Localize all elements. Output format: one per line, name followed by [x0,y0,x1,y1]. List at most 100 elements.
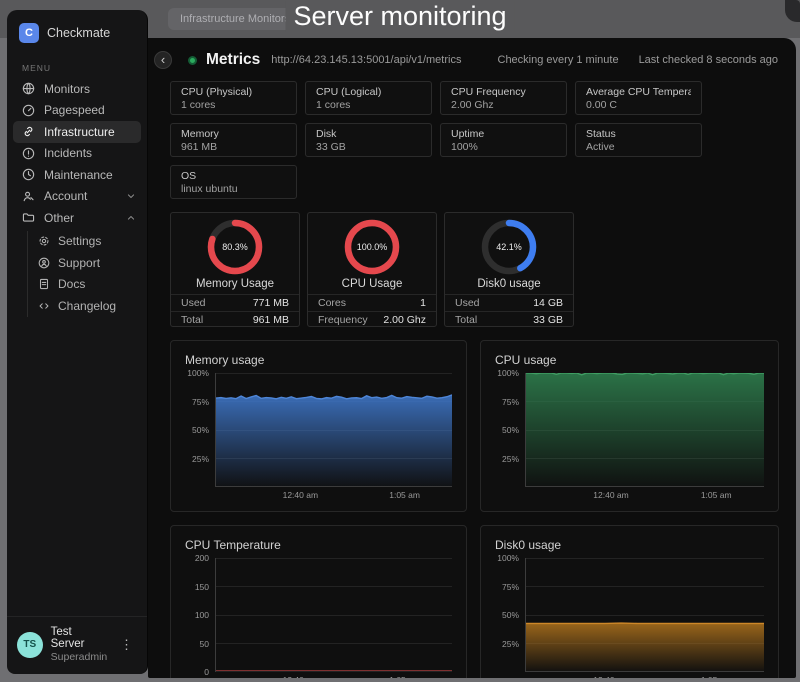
page-title: Metrics [206,51,260,69]
gauge-row: Cores 1 [308,294,436,311]
metrics-header: ‹ Metrics http://64.23.145.13:5001/api/v… [170,48,796,72]
gauge-row: Frequency 2.00 Ghz [308,311,436,327]
gauge-title: Disk0 usage [445,278,573,290]
sidebar-item-label: Monitors [44,82,90,96]
plot-area [525,558,764,672]
chevron-down-icon [125,190,137,202]
sidebar-item-label: Account [44,189,87,203]
last-checked: Last checked 8 seconds ago [639,54,778,66]
gauge-row-key: Used [455,297,480,309]
sidebar-item-account[interactable]: Account [13,186,141,208]
gauge-row-value: 2.00 Ghz [383,314,426,326]
stat-label: CPU (Logical) [316,86,421,99]
y-tick-label: 100 [195,610,209,620]
sidebar-item-monitors[interactable]: Monitors [13,78,141,100]
gauge-row-key: Cores [318,297,346,309]
gauge-row-key: Total [181,314,203,326]
sidebar-item-label: Pagespeed [44,103,105,117]
y-tick-label: 75% [502,582,519,592]
stat-value: 2.00 Ghz [451,99,556,112]
y-tick-label: 75% [502,397,519,407]
y-tick-label: 100% [497,553,519,563]
stat-label: Memory [181,128,286,141]
stat-value: 100% [451,141,556,154]
sidebar-subitem-changelog[interactable]: Changelog [28,295,147,317]
sidebar-item-infrastructure[interactable]: Infrastructure [13,121,141,143]
chart-cards: Memory usage100%75%50%25%12:40 am1:05 am… [170,340,796,678]
stat-card-cpu-logical-: CPU (Logical)1 cores [305,81,432,115]
globe-icon [21,81,36,96]
gauge-card-cpu-usage: 100.0%CPU UsageCores1Frequency2.00 Ghz [307,212,437,327]
sidebar-subitem-support[interactable]: Support [28,252,147,274]
brand-name: Checkmate [47,26,110,40]
plot-area [215,558,452,672]
y-axis: 100%75%50%25% [495,373,525,487]
x-axis: 12:40 am1:05 am [525,487,764,501]
chart-title: Memory usage [185,353,452,367]
main-content: ‹ Metrics http://64.23.145.13:5001/api/v… [148,38,796,678]
gauge-row-key: Frequency [318,314,368,326]
gauge-row: Total 961 MB [171,311,299,327]
stat-label: CPU (Physical) [181,86,286,99]
donut-gauge: 42.1% [481,219,537,275]
stat-card-os: OSlinux ubuntu [170,165,297,199]
gauge-row-value: 771 MB [253,297,289,309]
chart-card-cpu-temperature: CPU Temperature20015010050012:40 am1:05 … [170,525,467,678]
chart-title: CPU Temperature [185,538,452,552]
sidebar-item-label: Other [44,211,74,225]
chart-title: CPU usage [495,353,764,367]
stat-card-uptime: Uptime100% [440,123,567,157]
sidebar-item-label: Incidents [44,146,92,160]
y-tick-label: 100% [187,368,209,378]
stat-value: Active [586,141,691,154]
y-axis: 100%75%50%25% [495,558,525,672]
stat-card-status: StatusActive [575,123,702,157]
stat-card-cpu-physical-: CPU (Physical)1 cores [170,81,297,115]
user-name: Test Server [51,626,108,650]
gauge-percent: 80.3% [207,219,263,275]
sidebar-subitem-docs[interactable]: Docs [28,274,147,296]
stat-value: 0.00 C [586,99,691,112]
status-dot-icon [188,56,197,65]
stat-value: linux ubuntu [181,183,286,196]
gauge-title: Memory Usage [171,278,299,290]
x-tick-label: 1:05 am [701,675,732,678]
sidebar-item-maintenance[interactable]: Maintenance [13,164,141,186]
stat-card-average-cpu-temperature: Average CPU Temperature0.00 C [575,81,702,115]
x-tick-label: 12:40 am [593,490,628,500]
y-tick-label: 0 [204,667,209,677]
window-title: Server monitoring [285,1,514,32]
y-tick-label: 25% [502,639,519,649]
sidebar-item-incidents[interactable]: Incidents [13,143,141,165]
doc-icon [37,277,51,291]
stat-value: 1 cores [181,99,286,112]
sidebar-subitem-label: Settings [58,234,101,248]
sidebar-subitem-settings[interactable]: Settings [28,231,147,253]
stat-value: 961 MB [181,141,286,154]
back-button[interactable]: ‹ [154,51,172,69]
code-icon [37,299,51,313]
y-tick-label: 50 [200,639,209,649]
plot-area [525,373,764,487]
stat-label: Status [586,128,691,141]
y-tick-label: 50% [502,610,519,620]
menu-section-label: MENU [22,63,147,73]
brand-logo-button[interactable]: C Checkmate [7,10,147,49]
user-footer[interactable]: TS Test Server Superadmin ⋮ [7,616,147,674]
x-axis: 12:40 am1:05 am [215,487,452,501]
avatar: TS [17,632,43,658]
gauge-row-value: 14 GB [533,297,563,309]
x-tick-label: 12:40 am [593,675,628,678]
user-role: Superadmin [51,651,108,663]
gauge-row-value: 961 MB [253,314,289,326]
donut-gauge: 80.3% [207,219,263,275]
gauge-row: Total33 GB [445,311,573,327]
gauge-row-value: 1 [420,297,426,309]
sidebar-item-other[interactable]: Other [13,207,141,229]
donut-gauge: 100.0% [344,219,400,275]
x-tick-label: 1:05 am [389,675,420,678]
sidebar-item-pagespeed[interactable]: Pagespeed [13,100,141,122]
speedometer-icon [21,103,36,118]
kebab-menu-icon[interactable]: ⋮ [116,635,137,655]
folder-icon [21,210,36,225]
